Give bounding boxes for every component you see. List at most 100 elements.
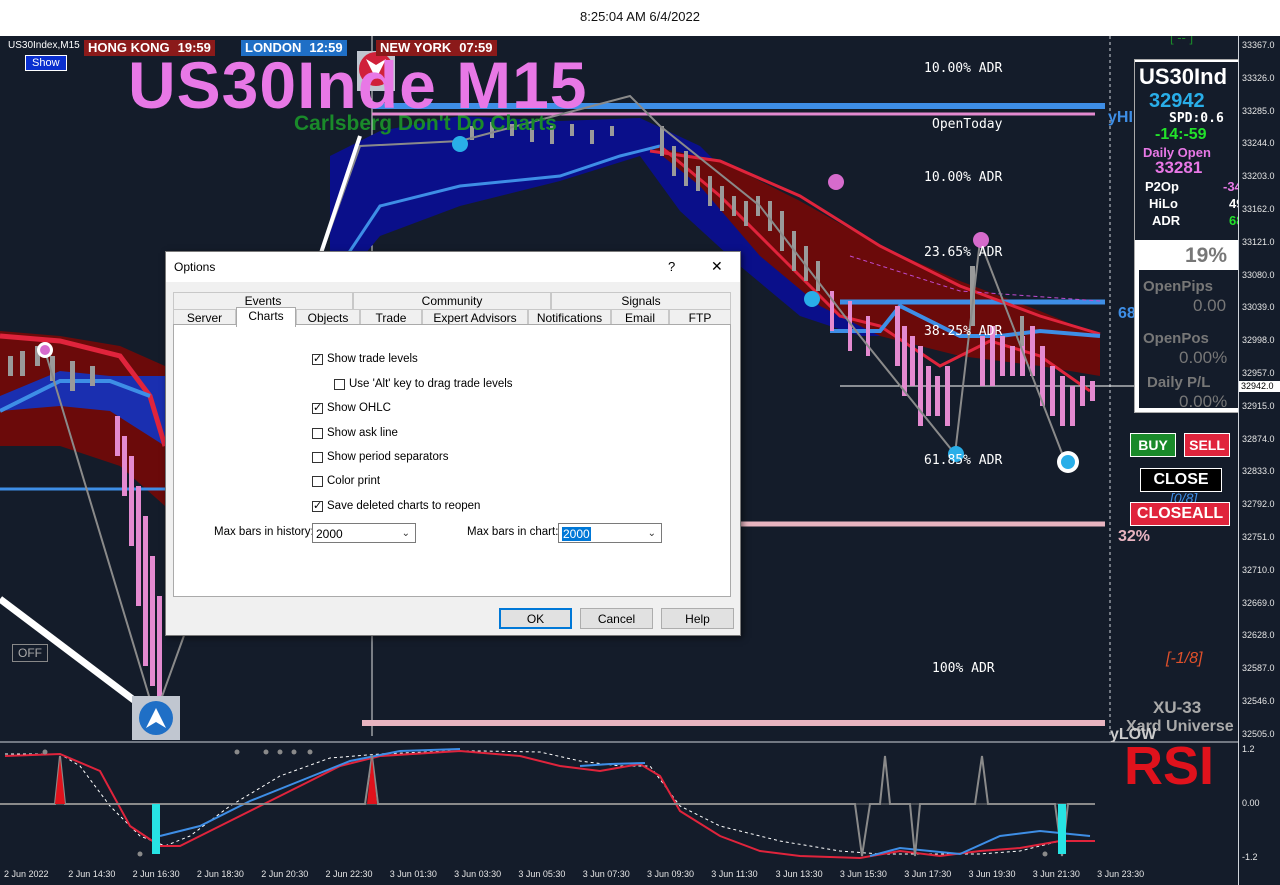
time-tick-label: 3 Jun 23:30: [1097, 869, 1145, 879]
panel-row-label: ADR: [1152, 213, 1181, 228]
max-bars-history-select[interactable]: 2000 ⌄: [312, 523, 416, 543]
time-tick-label: 2 Jun 22:30: [325, 869, 373, 879]
panel-row-label: P2Op: [1145, 179, 1179, 194]
time-tick-label: 2 Jun 14:30: [68, 869, 116, 879]
time-tick-label: 3 Jun 15:30: [839, 869, 887, 879]
close-button[interactable]: CLOSE: [1140, 468, 1222, 492]
window-titlebar: 8:25:04 AM 6/4/2022: [0, 0, 1280, 36]
adr-label: 23.65% ADR: [924, 245, 1003, 260]
checkbox-option[interactable]: Show period separators: [312, 451, 448, 463]
checkbox-unchecked-icon[interactable]: [312, 475, 323, 487]
buy-button[interactable]: BUY: [1130, 433, 1176, 457]
open-today-label: OpenToday: [932, 117, 1003, 132]
info-panel: US30Ind 32942 SPD:0.6 -14:-59 Daily Open…: [1134, 59, 1254, 413]
osc-tick-label: -1.2: [1242, 852, 1258, 862]
max-bars-history-label: Max bars in history:: [214, 526, 314, 538]
osc-signal-line: [5, 750, 1095, 855]
checkbox-checked-icon[interactable]: [312, 352, 323, 365]
time-tick-label: 3 Jun 05:30: [518, 869, 566, 879]
dialog-titlebar: Options ? ✕: [166, 252, 740, 282]
off-button[interactable]: OFF: [12, 644, 48, 662]
cancel-button[interactable]: Cancel: [580, 608, 653, 629]
checkbox-label: Show ask line: [327, 427, 398, 439]
checkbox-checked-icon[interactable]: [312, 499, 323, 512]
price-tick-label: 33121.0: [1242, 236, 1275, 247]
panel-row-label: HiLo: [1149, 196, 1178, 211]
symbol-label: US30Index,M15: [8, 40, 80, 51]
checkbox-label: Save deleted charts to reopen: [327, 500, 481, 512]
price-tick-label: 32833.0: [1242, 466, 1275, 477]
time-tick-label: 3 Jun 21:30: [1032, 869, 1080, 879]
time-tick-label: 3 Jun 09:30: [647, 869, 695, 879]
swing-dot-pink: [828, 174, 844, 190]
checkbox-option[interactable]: Show OHLC: [312, 401, 391, 414]
adr-label: 100% ADR: [932, 661, 995, 676]
charts-tab-content: Show trade levels Use 'Alt' key to drag t…: [173, 324, 731, 597]
price-axis: [1238, 36, 1280, 885]
checkbox-option[interactable]: Show trade levels: [312, 352, 418, 365]
osc-blue-line: [159, 748, 461, 837]
price-tick-label: 32546.0: [1242, 696, 1275, 706]
time-tick-label: 2 Jun 20:30: [261, 869, 309, 879]
swing-dot-blue: [804, 291, 820, 307]
price-tick-label: 33326.0: [1242, 72, 1275, 83]
panel-symbol: US30Ind: [1139, 64, 1228, 89]
time-tick-label: 3 Jun 01:30: [389, 869, 437, 879]
price-tick-label: 32998.0: [1242, 335, 1275, 346]
swing-dot-blue: [452, 136, 468, 152]
checkbox-option[interactable]: Color print: [312, 475, 380, 487]
osc-spike-cyan: [152, 804, 160, 854]
panel-daily-open-value: 33281: [1155, 158, 1203, 177]
checkbox-option[interactable]: Save deleted charts to reopen: [312, 499, 481, 512]
checkbox-unchecked-icon[interactable]: [334, 378, 345, 390]
sell-button[interactable]: SELL: [1184, 433, 1230, 457]
max-bars-chart-select[interactable]: 2000 ⌄: [558, 523, 662, 543]
time-tick-label: 2 Jun 2022: [4, 869, 49, 879]
clock-text: 8:25:04 AM 6/4/2022: [580, 9, 700, 24]
time-tick-label: 3 Jun 11:30: [711, 869, 758, 879]
price-tick-label: 33367.0: [1242, 40, 1275, 50]
max-bars-history-value: 2000: [316, 527, 343, 541]
ok-button[interactable]: OK: [499, 608, 572, 629]
open-pos-value: 0.00%: [1179, 348, 1228, 367]
max-bars-chart-label: Max bars in chart:: [467, 526, 559, 538]
help-button[interactable]: Help: [661, 608, 734, 629]
chevron-down-icon: ⌄: [401, 528, 410, 539]
daily-pl-label: Daily P/L: [1147, 374, 1211, 391]
panel-percent: 19%: [1185, 244, 1228, 267]
time-tick-label: 3 Jun 07:30: [582, 869, 630, 879]
closeall-button[interactable]: CLOSEALL: [1130, 502, 1230, 526]
tab-charts[interactable]: Charts: [236, 307, 296, 327]
panel-price: 32942: [1149, 90, 1205, 112]
checkbox-label: Show trade levels: [327, 353, 418, 365]
checkbox-unchecked-icon[interactable]: [312, 451, 323, 463]
checkbox-option[interactable]: Show ask line: [312, 427, 398, 439]
big-title: US30Inde M15: [128, 48, 588, 122]
checkbox-label: Use 'Alt' key to drag trade levels: [349, 378, 513, 390]
show-button[interactable]: Show: [25, 55, 67, 71]
checkbox-label: Color print: [327, 475, 381, 487]
swing-dot-pink: [40, 345, 50, 355]
checkbox-checked-icon[interactable]: [312, 401, 323, 414]
top-bracket-label: [ -- ]: [1170, 36, 1194, 45]
swing-dot-blue: [1061, 455, 1075, 469]
subtitle: Carlsberg Don't Do Charts: [294, 112, 557, 135]
price-tick-label: 32915.0: [1242, 400, 1275, 411]
price-tick-label: 33203.0: [1242, 171, 1275, 182]
max-bars-chart-value[interactable]: 2000: [562, 527, 591, 541]
checkbox-option[interactable]: Use 'Alt' key to drag trade levels: [334, 378, 513, 390]
help-icon[interactable]: ?: [668, 259, 675, 274]
price-tick-label: 32669.0: [1242, 597, 1275, 608]
tab-signals[interactable]: Signals: [551, 292, 731, 309]
adr-label: 10.00% ADR: [924, 61, 1003, 76]
chevron-down-icon: ⌄: [647, 528, 656, 539]
close-icon[interactable]: ✕: [711, 258, 723, 275]
open-pips-label: OpenPips: [1143, 278, 1214, 295]
price-tick-label: 33285.0: [1242, 105, 1275, 116]
checkbox-unchecked-icon[interactable]: [312, 427, 323, 439]
osc-spike-cyan: [1058, 804, 1066, 854]
adr-label: 38.25% ADR: [924, 324, 1003, 339]
price-tick-label: 33039.0: [1242, 302, 1275, 313]
tab-community[interactable]: Community: [353, 292, 551, 309]
checkbox-label: Show period separators: [327, 451, 449, 463]
